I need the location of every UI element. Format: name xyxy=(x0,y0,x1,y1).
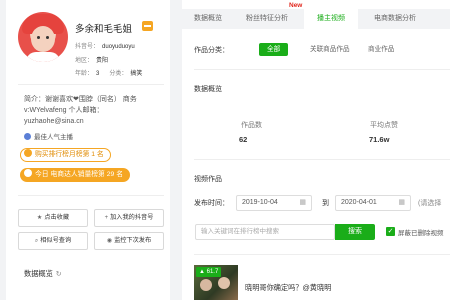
profile-age: 3 xyxy=(96,71,100,77)
date-hint: (请选择 xyxy=(418,200,442,207)
favorite-button[interactable]: ★ 点击收藏 xyxy=(18,209,88,227)
profile-region: 贵阳 xyxy=(96,58,109,64)
video-score-badge: ▲ 61.7 xyxy=(196,267,222,277)
publish-time-label: 发布时间： xyxy=(194,200,229,207)
filter-all-button[interactable]: 全部 xyxy=(259,43,289,56)
tab-fans[interactable]: 粉丝特征分析 xyxy=(237,9,297,29)
date-to-input[interactable]: 2020-04-01 ▦ xyxy=(335,195,411,211)
divider xyxy=(18,84,164,85)
divider xyxy=(194,254,450,255)
left-section-title: 数据概览 ↻ xyxy=(24,269,62,278)
tab-videos[interactable]: 播主视频 xyxy=(304,9,358,29)
trophy-icon xyxy=(24,169,32,177)
calendar-icon: ▦ xyxy=(398,199,405,206)
profile-region-row: 地区： 贵阳 xyxy=(75,58,109,64)
refresh-icon[interactable]: ↻ xyxy=(56,271,62,278)
divider xyxy=(194,69,450,70)
add-to-list-button[interactable]: + 加入我的抖音号 xyxy=(94,209,164,227)
hide-deleted-checkbox[interactable]: ✓ xyxy=(386,227,395,236)
trophy-icon xyxy=(24,149,32,157)
profile-name: 多余和毛毛姐 xyxy=(75,24,133,35)
video-list-item[interactable]: ▲ 61.7 晓明哥你确定吗？@黄晓明 xyxy=(194,262,450,300)
video-title[interactable]: 晓明哥你确定吗？@黄晓明 xyxy=(245,283,331,293)
star-icon: ★ xyxy=(36,215,43,221)
works-count-label: 作品数 xyxy=(241,122,262,129)
avg-likes-value: 71.6w xyxy=(369,135,390,144)
new-badge: New xyxy=(289,2,303,9)
filter-label: 作品分类： xyxy=(194,47,229,54)
monitor-button[interactable]: ◉ 监控下次发布 xyxy=(94,232,164,250)
calendar-icon: ▦ xyxy=(299,199,306,206)
videos-title: 视频作品 xyxy=(194,176,222,183)
search-button[interactable]: 搜索 xyxy=(335,224,375,240)
rank-badge-ecommerce[interactable]: 今日 电商达人销量榜第 29 名 xyxy=(20,168,130,182)
profile-age-row: 年龄： 3 分类： 搞笑 xyxy=(75,71,143,77)
profile-category: 搞笑 xyxy=(130,71,143,77)
profile-id: duoyuduoyu xyxy=(102,44,135,50)
divider xyxy=(194,159,450,160)
tab-bar: 数据概览 粉丝特征分析 播主视频 电商数据分析 xyxy=(182,9,450,29)
overview-title: 数据概览 xyxy=(194,86,222,93)
search-icon: ⌕ xyxy=(34,238,39,244)
filter-linked-button[interactable]: 关联商品作品 xyxy=(302,43,358,56)
plus-icon: + xyxy=(104,215,109,221)
rank-badge-monthly[interactable]: 购买排行榜月榜第 1 名 xyxy=(20,148,111,162)
date-from-input[interactable]: 2019-10-04 ▦ xyxy=(236,195,312,211)
filter-commercial-button[interactable]: 商业作品 xyxy=(360,43,402,56)
tab-ecommerce[interactable]: 电商数据分析 xyxy=(364,9,426,29)
verified-badge-icon xyxy=(142,21,153,31)
avg-likes-label: 平均点赞 xyxy=(370,122,398,129)
user-icon xyxy=(24,133,31,140)
works-count-value: 62 xyxy=(239,135,248,144)
hide-deleted-label: 屏蔽已删除视频 xyxy=(398,230,444,237)
content-panel: 数据概览 粉丝特征分析 播主视频 电商数据分析 New 作品分类： 全部 关联商… xyxy=(182,0,450,300)
profile-tag: 最佳人气主播 xyxy=(24,131,73,141)
tab-overview[interactable]: 数据概览 xyxy=(182,9,234,29)
profile-bio: 简介：谢谢喜欢❤围脖（同名） 商务 v:WYelvafeng 个人邮箱： yuz… xyxy=(24,96,137,125)
profile-panel: 多余和毛毛姐 抖音号： duoyuduoyu 地区： 贵阳 年龄： 3 分类： 搞笑 简介… xyxy=(6,0,170,300)
page-root: 多余和毛毛姐 抖音号： duoyuduoyu 地区： 贵阳 年龄： 3 分类： 搞笑 简介… xyxy=(0,0,450,300)
eye-icon: ◉ xyxy=(106,238,113,244)
avatar xyxy=(18,12,68,62)
profile-id-row: 抖音号： duoyuduoyu xyxy=(75,44,135,50)
date-to-label: 到 xyxy=(322,200,329,207)
divider xyxy=(18,195,164,196)
video-search-input[interactable]: 输入关键词在排行榜中搜索 xyxy=(195,224,335,240)
similar-search-button[interactable]: ⌕ 相似号查询 xyxy=(18,232,88,250)
